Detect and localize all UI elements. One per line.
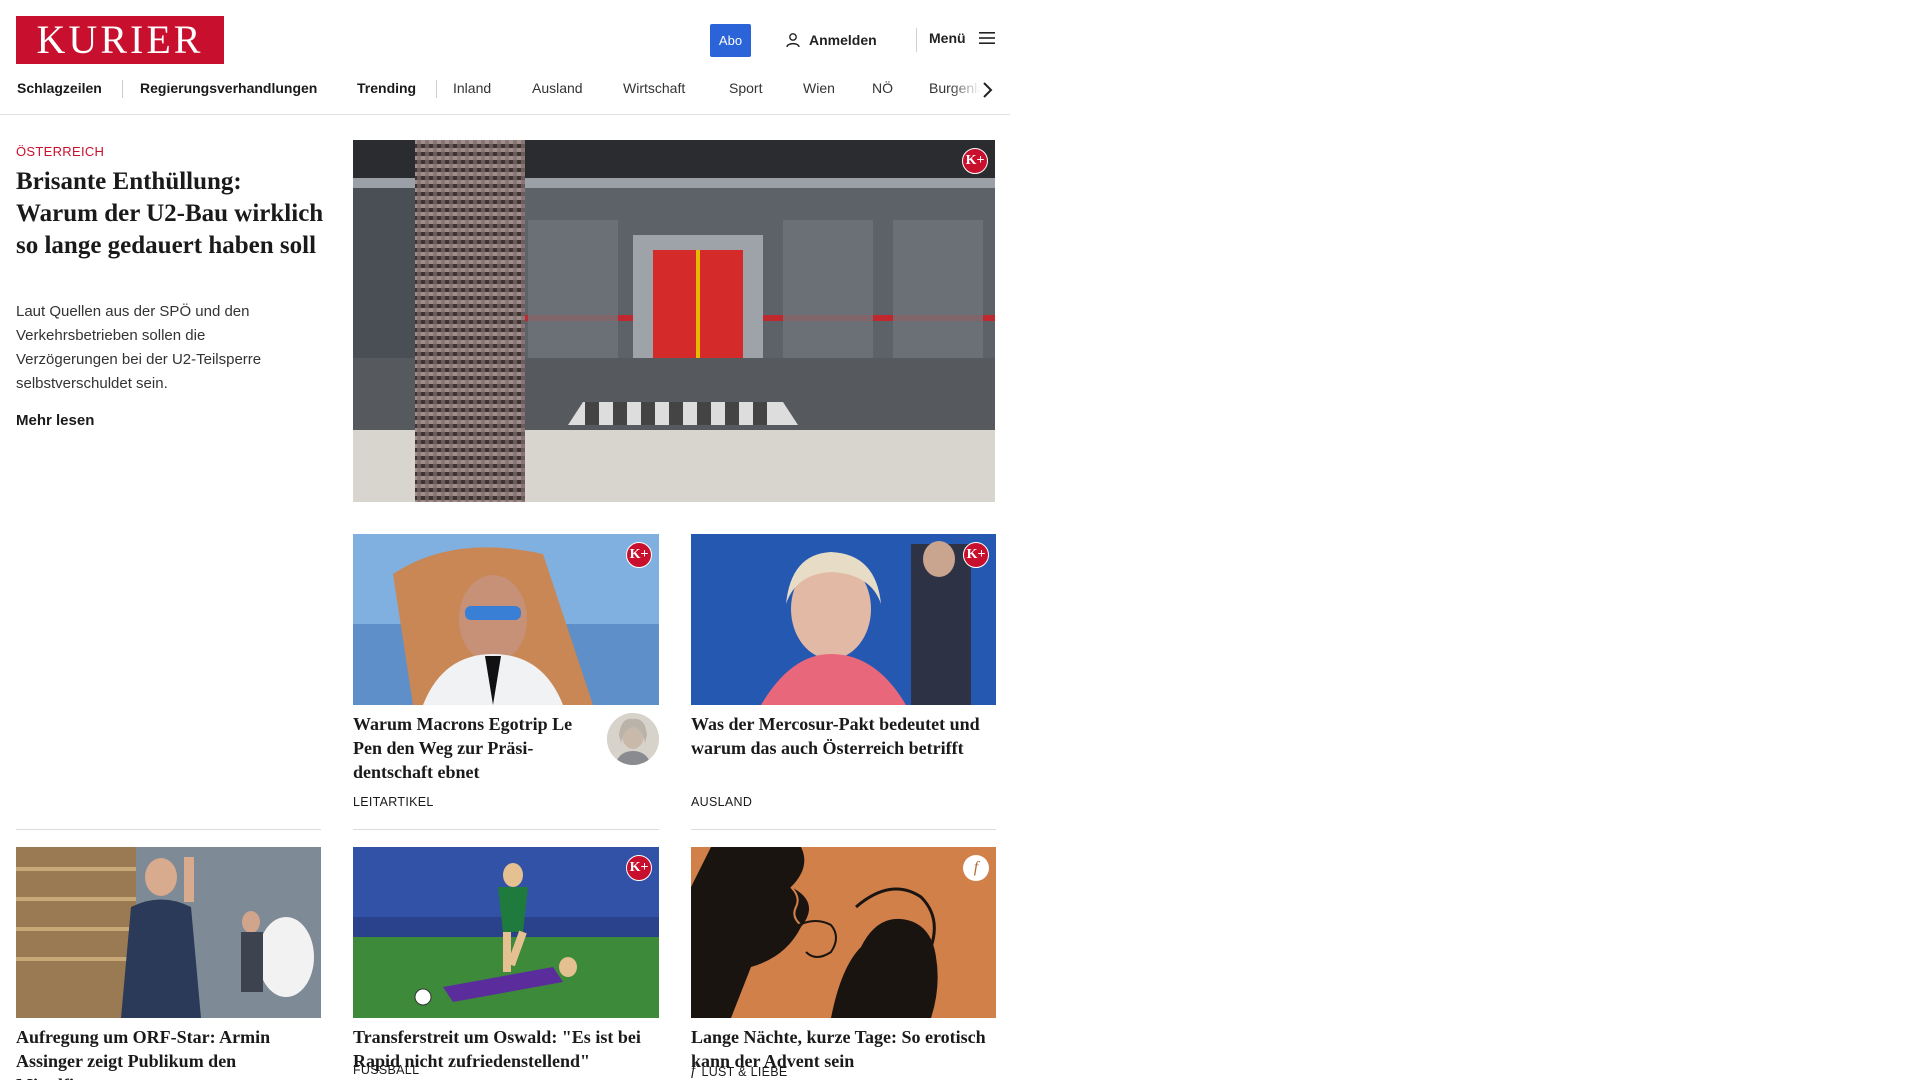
header-divider <box>916 28 917 52</box>
card-section-tag[interactable]: AUSLAND <box>691 795 752 809</box>
card-image-macron[interactable]: K+ <box>353 534 659 705</box>
card-headline[interactable]: Warum Macrons Egotrip Le Pen den Weg zur… <box>353 712 593 784</box>
nav-item-sport[interactable]: Sport <box>729 80 762 96</box>
nav-divider <box>122 80 123 98</box>
read-more-link[interactable]: Mehr lesen <box>16 412 94 429</box>
user-icon <box>786 33 800 48</box>
kplus-badge-icon: K+ <box>626 855 652 881</box>
card-image-assinger[interactable] <box>16 847 321 1018</box>
nav-item-inland[interactable]: Inland <box>453 80 491 96</box>
lust-liebe-badge-icon: f <box>963 855 989 881</box>
vonderleyen-photo <box>691 534 996 705</box>
card-image-oswald[interactable]: K+ <box>353 847 659 1018</box>
nav-item-noe[interactable]: NÖ <box>872 80 893 96</box>
card-section-tag[interactable]: f LUST & LIEBE <box>691 1063 788 1080</box>
card-headline[interactable]: Was der Mercosur-Pakt bedeutet und warum… <box>691 712 996 760</box>
kplus-badge-icon: K+ <box>963 542 989 568</box>
card-image-mercosur[interactable]: K+ <box>691 534 996 705</box>
nav-item-trending[interactable]: Trending <box>357 80 416 96</box>
subway-station-image <box>353 140 995 502</box>
lead-kicker[interactable]: ÖSTERREICH <box>16 144 104 159</box>
divider <box>691 829 996 830</box>
nav-item-wien[interactable]: Wien <box>803 80 835 96</box>
card-section-tag[interactable]: FUSSBALL <box>353 1063 419 1077</box>
kplus-badge-icon: K+ <box>626 542 652 568</box>
section-nav: Schlagzeilen Regierungsverhandlungen Tre… <box>0 78 1000 102</box>
card-section-label: LUST & LIEBE <box>701 1064 788 1079</box>
nav-divider <box>436 80 437 98</box>
author-avatar[interactable] <box>607 713 659 765</box>
site-header: KURIER Abo Anmelden Menü Schlagzeilen Re… <box>0 0 1010 115</box>
author-portrait <box>607 713 659 765</box>
lead-teaser: Laut Quellen aus der SPÖ und den Verkehr… <box>16 303 262 392</box>
menu-label: Menü <box>929 30 966 46</box>
kurier-logo[interactable]: KURIER <box>16 16 224 64</box>
assinger-photo <box>16 847 321 1018</box>
card-section-tag[interactable]: LEITARTIKEL <box>353 795 434 809</box>
lead-headline[interactable]: Brisante Enthüllung: Warum der U2-Bau wi… <box>16 166 326 262</box>
nav-item-regierungsverhandlungen[interactable]: Regierungsverhandlungen <box>140 80 317 96</box>
football-photo <box>353 847 659 1018</box>
hamburger-icon <box>978 32 995 44</box>
lead-image[interactable]: K+ <box>353 140 995 502</box>
abo-button[interactable]: Abo <box>710 24 751 57</box>
card-image-advent[interactable]: f <box>691 847 996 1018</box>
macron-photo <box>353 534 659 705</box>
chevron-right-icon[interactable] <box>980 80 996 100</box>
card-headline[interactable]: Aufregung um ORF-Star: Armin Assinger ze… <box>16 1025 321 1080</box>
kplus-badge-icon: K+ <box>962 148 988 174</box>
menu-button[interactable]: Menü <box>929 30 996 46</box>
lust-liebe-icon: f <box>691 1063 696 1079</box>
nav-item-ausland[interactable]: Ausland <box>532 80 583 96</box>
divider <box>353 829 659 830</box>
login-label: Anmelden <box>809 32 877 48</box>
page: KURIER Abo Anmelden Menü Schlagzeilen Re… <box>0 0 1010 1080</box>
divider <box>16 829 321 830</box>
couple-illustration <box>691 847 996 1018</box>
nav-item-schlagzeilen[interactable]: Schlagzeilen <box>17 80 102 96</box>
login-button[interactable]: Anmelden <box>785 30 877 50</box>
nav-item-wirtschaft[interactable]: Wirtschaft <box>623 80 685 96</box>
